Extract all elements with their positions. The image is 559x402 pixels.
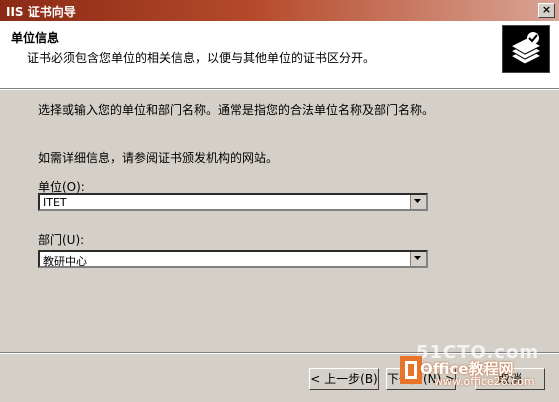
organization-combobox[interactable]: ITET xyxy=(38,193,428,211)
window-title: IIS 证书向导 xyxy=(6,5,76,19)
chevron-down-icon xyxy=(414,256,421,260)
page-title: 单位信息 xyxy=(11,31,60,45)
title-bar: IIS 证书向导 × xyxy=(0,0,559,21)
department-value: 教研中心 xyxy=(43,255,87,268)
more-info-text: 如需详细信息，请参阅证书颁发机构的网站。 xyxy=(38,151,279,165)
close-icon: × xyxy=(541,3,552,16)
header-divider xyxy=(0,89,559,90)
certificate-icon xyxy=(502,25,550,73)
organization-dropdown-button[interactable] xyxy=(410,195,426,209)
instruction-text: 选择或输入您的单位和部门名称。通常是指您的合法单位名称及部门名称。 xyxy=(38,103,435,117)
department-dropdown-button[interactable] xyxy=(410,252,426,266)
page-description: 证书必须包含您单位的相关信息，以便与其他单位的证书区分开。 xyxy=(27,51,376,65)
watermark: 51CTO.com Office教程网 www.office26.com xyxy=(400,330,559,402)
back-button[interactable]: < 上一步(B) xyxy=(309,368,379,390)
wizard-header: 单位信息 证书必须包含您单位的相关信息，以便与其他单位的证书区分开。 xyxy=(0,21,559,89)
close-button[interactable]: × xyxy=(538,3,555,18)
department-combobox[interactable]: 教研中心 xyxy=(38,250,428,268)
watermark-url: www.office26.com xyxy=(434,375,535,388)
department-label: 部门(U): xyxy=(38,233,85,247)
organization-value: ITET xyxy=(43,196,67,209)
chevron-down-icon xyxy=(414,199,421,203)
